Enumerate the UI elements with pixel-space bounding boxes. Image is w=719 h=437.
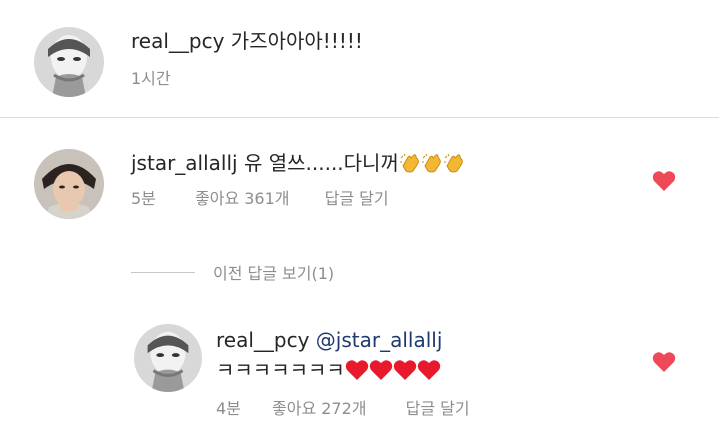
username[interactable]: real__pcy [216,328,309,352]
reply-button[interactable]: 답글 달기 [406,399,470,419]
comment-meta: 1시간 [131,69,171,89]
comment-meta: 4분 좋아요 272개 답글 달기 [216,399,470,419]
comment-text: 가즈아아아!!!!! [230,29,363,53]
divider [131,271,195,273]
like-count[interactable]: 좋아요 361개 [195,189,290,209]
view-previous-label[interactable]: 이전 답글 보기(1) [213,260,334,284]
view-previous-replies[interactable]: 이전 답글 보기(1) [131,260,334,284]
reply-button[interactable]: 답글 달기 [325,189,389,209]
comments-page: real__pcy 가즈아아아!!!!! 1시간 jstar_allallj 유… [0,0,719,437]
mention-link[interactable]: @jstar_allallj [316,328,443,352]
like-count[interactable]: 좋아요 272개 [272,399,367,419]
comment-body: real__pcy 가즈아아아!!!!! [131,28,363,54]
red-heart-icon [417,359,441,381]
timestamp: 4분 [216,399,241,418]
emoji-row [345,358,441,382]
red-heart-icon [369,359,393,381]
timestamp: 1시간 [131,69,171,88]
avatar[interactable] [134,324,202,392]
divider [0,117,719,118]
clapping-hands-icon [399,152,421,174]
comment-meta: 5분 좋아요 361개 답글 달기 [131,189,389,209]
reply-header: real__pcy @jstar_allallj [216,327,442,353]
comment-text: ㅋㅋㅋㅋㅋㅋㅋ [216,358,345,382]
reply-text: ㅋㅋㅋㅋㅋㅋㅋ [216,357,441,383]
avatar[interactable] [34,27,104,97]
comment-text: 유 열쓰......다니꺼 [243,151,399,175]
red-heart-icon [345,359,369,381]
heart-icon[interactable] [652,351,676,373]
timestamp: 5분 [131,189,156,208]
red-heart-icon [393,359,417,381]
emoji-row [399,151,465,175]
heart-icon[interactable] [652,170,676,192]
username[interactable]: real__pcy [131,29,224,53]
comment-body: jstar_allallj 유 열쓰......다니꺼 [131,150,465,176]
avatar[interactable] [34,149,104,219]
username[interactable]: jstar_allallj [131,151,238,175]
clapping-hands-icon [421,152,443,174]
clapping-hands-icon [443,152,465,174]
